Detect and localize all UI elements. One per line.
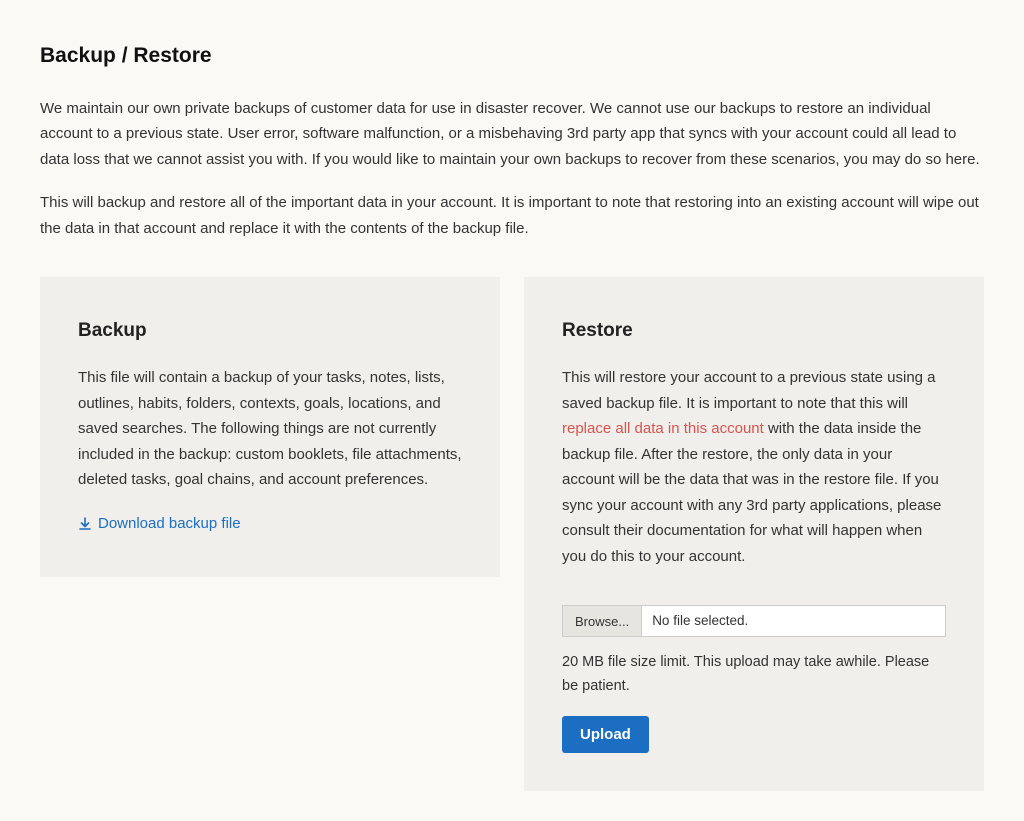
upload-button[interactable]: Upload: [562, 716, 649, 753]
download-backup-label: Download backup file: [98, 511, 241, 537]
upload-hint: 20 MB file size limit. This upload may t…: [562, 651, 946, 697]
restore-body: This will restore your account to a prev…: [562, 365, 946, 569]
cards-row: Backup This file will contain a backup o…: [40, 277, 984, 791]
restore-body-pre: This will restore your account to a prev…: [562, 369, 936, 412]
browse-button[interactable]: Browse...: [563, 606, 642, 636]
restore-heading: Restore: [562, 315, 946, 347]
restore-card: Restore This will restore your account t…: [524, 277, 984, 791]
file-status-text: No file selected.: [642, 606, 945, 636]
intro-paragraph-1: We maintain our own private backups of c…: [40, 96, 984, 173]
download-icon: [78, 517, 92, 531]
backup-card: Backup This file will contain a backup o…: [40, 277, 500, 577]
page-title: Backup / Restore: [40, 38, 984, 74]
intro-paragraph-2: This will backup and restore all of the …: [40, 190, 984, 241]
download-backup-link[interactable]: Download backup file: [78, 511, 241, 537]
restore-warning-text: replace all data in this account: [562, 420, 764, 437]
backup-body: This file will contain a backup of your …: [78, 365, 462, 493]
file-picker[interactable]: Browse... No file selected.: [562, 605, 946, 637]
backup-heading: Backup: [78, 315, 462, 347]
restore-body-post: with the data inside the backup file. Af…: [562, 420, 941, 565]
